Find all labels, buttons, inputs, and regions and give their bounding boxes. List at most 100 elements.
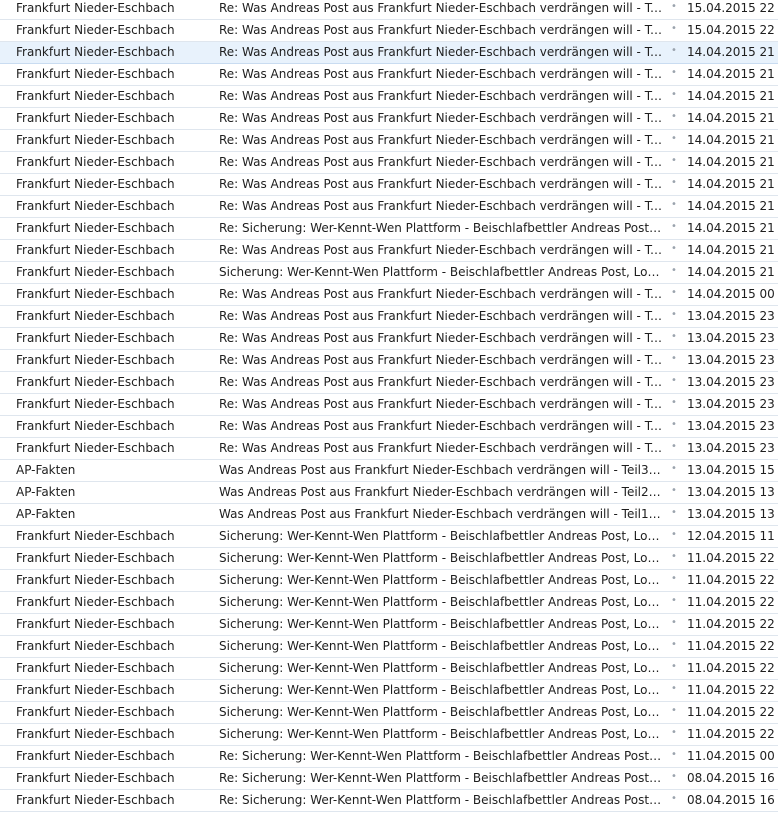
read-status-dot-icon[interactable]: •: [670, 727, 678, 738]
message-sender: Frankfurt Nieder-Eschbach: [16, 177, 175, 191]
message-date: 13.04.2015 13:56: [687, 485, 775, 499]
message-row[interactable]: Frankfurt Nieder-Eschbach Sicherung: Wer…: [0, 724, 778, 746]
message-row[interactable]: Frankfurt Nieder-Eschbach Re: Was Andrea…: [0, 328, 778, 350]
message-row[interactable]: Frankfurt Nieder-Eschbach Sicherung: Wer…: [0, 614, 778, 636]
message-row[interactable]: Frankfurt Nieder-Eschbach Sicherung: Wer…: [0, 526, 778, 548]
message-row[interactable]: Frankfurt Nieder-Eschbach Sicherung: Wer…: [0, 636, 778, 658]
read-status-dot-icon[interactable]: •: [670, 529, 678, 540]
message-row[interactable]: Frankfurt Nieder-Eschbach Sicherung: Wer…: [0, 592, 778, 614]
message-row[interactable]: Frankfurt Nieder-Eschbach Re: Was Andrea…: [0, 350, 778, 372]
message-row[interactable]: Frankfurt Nieder-Eschbach Re: Sicherung:…: [0, 768, 778, 790]
message-row[interactable]: Frankfurt Nieder-Eschbach Re: Was Andrea…: [0, 64, 778, 86]
message-subject: Re: Was Andreas Post aus Frankfurt Niede…: [219, 199, 663, 213]
read-status-dot-icon[interactable]: •: [670, 771, 678, 782]
message-date: 14.04.2015 21:18: [687, 155, 775, 169]
message-subject: Re: Was Andreas Post aus Frankfurt Niede…: [219, 177, 663, 191]
message-row[interactable]: AP-Fakten Was Andreas Post aus Frankfurt…: [0, 482, 778, 504]
read-status-dot-icon[interactable]: •: [670, 243, 678, 254]
message-sender: Frankfurt Nieder-Eschbach: [16, 551, 175, 565]
read-status-dot-icon[interactable]: •: [670, 705, 678, 716]
message-subject: Re: Was Andreas Post aus Frankfurt Niede…: [219, 155, 663, 169]
message-date: 13.04.2015 23:53: [687, 353, 775, 367]
read-status-dot-icon[interactable]: •: [670, 133, 678, 144]
read-status-dot-icon[interactable]: •: [670, 199, 678, 210]
read-status-dot-icon[interactable]: •: [670, 639, 678, 650]
read-status-dot-icon[interactable]: •: [670, 397, 678, 408]
read-status-dot-icon[interactable]: •: [670, 1, 678, 12]
message-row[interactable]: Frankfurt Nieder-Eschbach Re: Sicherung:…: [0, 218, 778, 240]
read-status-dot-icon[interactable]: •: [670, 661, 678, 672]
read-status-dot-icon[interactable]: •: [670, 177, 678, 188]
message-sender: Frankfurt Nieder-Eschbach: [16, 331, 175, 345]
message-row[interactable]: Frankfurt Nieder-Eschbach Re: Was Andrea…: [0, 42, 778, 64]
read-status-dot-icon[interactable]: •: [670, 331, 678, 342]
message-row[interactable]: Frankfurt Nieder-Eschbach Re: Was Andrea…: [0, 372, 778, 394]
message-row[interactable]: Frankfurt Nieder-Eschbach Re: Sicherung:…: [0, 746, 778, 768]
message-sender: Frankfurt Nieder-Eschbach: [16, 155, 175, 169]
read-status-dot-icon[interactable]: •: [670, 485, 678, 496]
message-subject: Re: Was Andreas Post aus Frankfurt Niede…: [219, 1, 663, 15]
read-status-dot-icon[interactable]: •: [670, 353, 678, 364]
message-row[interactable]: Frankfurt Nieder-Eschbach Re: Was Andrea…: [0, 130, 778, 152]
message-row[interactable]: Frankfurt Nieder-Eschbach Re: Was Andrea…: [0, 174, 778, 196]
message-row[interactable]: Frankfurt Nieder-Eschbach Re: Was Andrea…: [0, 240, 778, 262]
message-row[interactable]: Frankfurt Nieder-Eschbach Re: Was Andrea…: [0, 0, 778, 20]
message-row[interactable]: Frankfurt Nieder-Eschbach Sicherung: Wer…: [0, 570, 778, 592]
message-row[interactable]: Frankfurt Nieder-Eschbach Re: Was Andrea…: [0, 20, 778, 42]
message-date: 13.04.2015 13:26: [687, 507, 775, 521]
read-status-dot-icon[interactable]: •: [670, 265, 678, 276]
message-sender: Frankfurt Nieder-Eschbach: [16, 573, 175, 587]
read-status-dot-icon[interactable]: •: [670, 111, 678, 122]
message-row[interactable]: Frankfurt Nieder-Eschbach Re: Was Andrea…: [0, 306, 778, 328]
message-subject: Re: Sicherung: Wer-Kennt-Wen Plattform -…: [219, 771, 663, 785]
message-row[interactable]: Frankfurt Nieder-Eschbach Re: Was Andrea…: [0, 86, 778, 108]
message-row[interactable]: Frankfurt Nieder-Eschbach Re: Was Andrea…: [0, 108, 778, 130]
message-date: 13.04.2015 23:53: [687, 397, 775, 411]
read-status-dot-icon[interactable]: •: [670, 595, 678, 606]
message-row[interactable]: Frankfurt Nieder-Eschbach Re: Was Andrea…: [0, 394, 778, 416]
read-status-dot-icon[interactable]: •: [670, 551, 678, 562]
message-sender: Frankfurt Nieder-Eschbach: [16, 111, 175, 125]
message-row[interactable]: AP-Fakten Was Andreas Post aus Frankfurt…: [0, 504, 778, 526]
read-status-dot-icon[interactable]: •: [670, 89, 678, 100]
read-status-dot-icon[interactable]: •: [670, 793, 678, 804]
message-row[interactable]: Frankfurt Nieder-Eschbach Re: Was Andrea…: [0, 284, 778, 306]
message-date: 11.04.2015 22:34: [687, 617, 775, 631]
read-status-dot-icon[interactable]: •: [670, 287, 678, 298]
message-row[interactable]: Frankfurt Nieder-Eschbach Re: Was Andrea…: [0, 196, 778, 218]
read-status-dot-icon[interactable]: •: [670, 617, 678, 628]
message-sender: AP-Fakten: [16, 463, 76, 477]
read-status-dot-icon[interactable]: •: [670, 573, 678, 584]
message-row[interactable]: Frankfurt Nieder-Eschbach Sicherung: Wer…: [0, 548, 778, 570]
read-status-dot-icon[interactable]: •: [670, 45, 678, 56]
message-row[interactable]: Frankfurt Nieder-Eschbach Sicherung: Wer…: [0, 262, 778, 284]
message-row[interactable]: Frankfurt Nieder-Eschbach Sicherung: Wer…: [0, 658, 778, 680]
message-row[interactable]: Frankfurt Nieder-Eschbach Sicherung: Wer…: [0, 702, 778, 724]
message-row[interactable]: Frankfurt Nieder-Eschbach Re: Was Andrea…: [0, 416, 778, 438]
message-sender: Frankfurt Nieder-Eschbach: [16, 705, 175, 719]
message-subject: Sicherung: Wer-Kennt-Wen Plattform - Bei…: [219, 617, 663, 631]
read-status-dot-icon[interactable]: •: [670, 683, 678, 694]
read-status-dot-icon[interactable]: •: [670, 309, 678, 320]
read-status-dot-icon[interactable]: •: [670, 375, 678, 386]
message-row[interactable]: Frankfurt Nieder-Eschbach Re: Was Andrea…: [0, 438, 778, 460]
message-date: 11.04.2015 22:37: [687, 551, 775, 565]
message-row[interactable]: AP-Fakten Was Andreas Post aus Frankfurt…: [0, 460, 778, 482]
message-sender: Frankfurt Nieder-Eschbach: [16, 375, 175, 389]
read-status-dot-icon[interactable]: •: [670, 155, 678, 166]
read-status-dot-icon[interactable]: •: [670, 441, 678, 452]
message-subject: Sicherung: Wer-Kennt-Wen Plattform - Bei…: [219, 529, 663, 543]
message-sender: Frankfurt Nieder-Eschbach: [16, 397, 175, 411]
read-status-dot-icon[interactable]: •: [670, 23, 678, 34]
read-status-dot-icon[interactable]: •: [670, 67, 678, 78]
message-row[interactable]: Frankfurt Nieder-Eschbach Sicherung: Wer…: [0, 680, 778, 702]
message-row[interactable]: Frankfurt Nieder-Eschbach Re: Was Andrea…: [0, 152, 778, 174]
message-subject: Re: Was Andreas Post aus Frankfurt Niede…: [219, 23, 663, 37]
read-status-dot-icon[interactable]: •: [670, 419, 678, 430]
read-status-dot-icon[interactable]: •: [670, 463, 678, 474]
read-status-dot-icon[interactable]: •: [670, 749, 678, 760]
read-status-dot-icon[interactable]: •: [670, 221, 678, 232]
read-status-dot-icon[interactable]: •: [670, 507, 678, 518]
message-row[interactable]: Frankfurt Nieder-Eschbach Re: Sicherung:…: [0, 790, 778, 812]
message-subject: Re: Sicherung: Wer-Kennt-Wen Plattform -…: [219, 793, 663, 807]
